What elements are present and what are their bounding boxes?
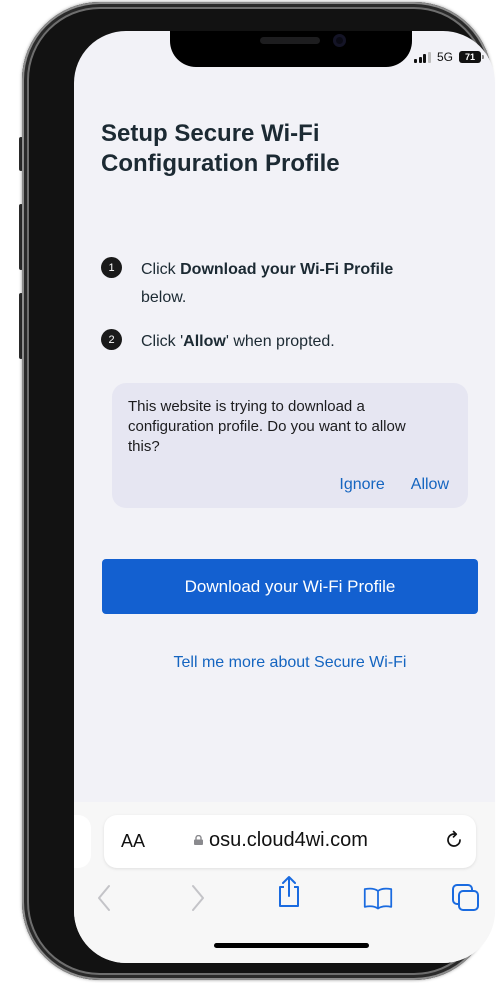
back-icon (98, 885, 110, 911)
home-indicator[interactable] (214, 943, 369, 948)
signal-icon (414, 51, 431, 63)
allow-button[interactable]: Allow (411, 476, 449, 494)
screen: 5G 71 Setup Secure Wi-Fi Configuration P… (74, 31, 495, 963)
address-bar[interactable]: AA osu.cloud4wi.com (104, 815, 476, 868)
text-size-button[interactable]: AA (121, 831, 145, 852)
more-info-link[interactable]: Tell me more about Secure Wi-Fi (74, 654, 495, 672)
battery-level: 71 (464, 52, 475, 62)
forward-icon (192, 885, 204, 911)
url-domain: osu.cloud4wi.com (209, 829, 368, 851)
step-number: 1 (101, 257, 122, 278)
front-camera (333, 34, 346, 47)
bookmarks-icon (363, 887, 393, 910)
step-emphasis: Download your Wi-Fi Profile (180, 261, 394, 278)
battery-icon: 71 (459, 51, 484, 63)
network-type: 5G (436, 50, 453, 64)
step-emphasis: Allow (183, 333, 226, 350)
step-2: 2 Click 'Allow' when propted. (101, 328, 441, 356)
prompt-actions: Ignore Allow (339, 476, 449, 494)
step-suffix: below. (141, 289, 187, 306)
ignore-button[interactable]: Ignore (339, 476, 384, 494)
bookmarks-button[interactable] (363, 883, 393, 913)
page-title: Setup Secure Wi-Fi Configuration Profile (101, 120, 340, 177)
forward-button[interactable] (183, 883, 213, 913)
step-number: 2 (101, 329, 122, 350)
step-prefix: Click (141, 261, 181, 278)
tabs-icon (452, 884, 479, 911)
notch (170, 31, 412, 67)
share-button[interactable] (274, 876, 304, 907)
allow-prompt-illustration: This website is trying to download a con… (112, 383, 468, 508)
earpiece-speaker (260, 37, 320, 44)
previous-tab-edge[interactable] (74, 815, 91, 868)
step-1: 1 Click Download your Wi-Fi Profile belo… (101, 256, 441, 312)
download-profile-button[interactable]: Download your Wi-Fi Profile (102, 559, 478, 614)
lock-icon (194, 835, 203, 845)
prompt-message: This website is trying to download a con… (128, 398, 406, 455)
tabs-button[interactable] (451, 883, 481, 913)
step-text: Click 'Allow' when propted. (141, 328, 441, 356)
share-icon (279, 876, 299, 907)
step-suffix: ' when propted. (225, 333, 335, 350)
reload-icon[interactable] (443, 829, 465, 851)
step-text: Click Download your Wi-Fi Profile below. (141, 256, 441, 312)
phone-frame: 5G 71 Setup Secure Wi-Fi Configuration P… (22, 2, 495, 980)
back-button[interactable] (89, 883, 119, 913)
status-bar: 5G 71 (414, 48, 484, 66)
step-prefix: Click ' (141, 333, 184, 350)
